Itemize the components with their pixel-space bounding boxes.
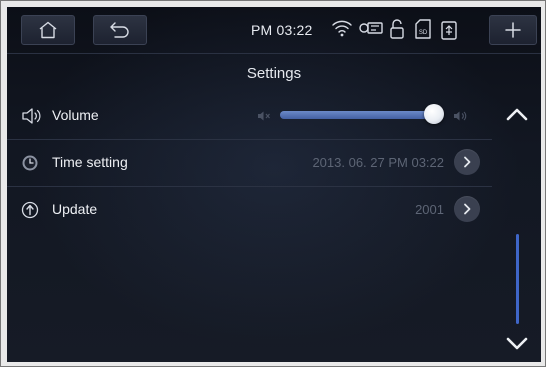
scrollbar-thumb[interactable] xyxy=(516,234,519,324)
unlock-icon xyxy=(390,19,404,39)
chevron-right-icon xyxy=(464,156,471,168)
speaker-icon xyxy=(22,108,41,124)
usb-icon xyxy=(441,21,457,40)
volume-max-icon xyxy=(454,111,467,121)
volume-slider-thumb[interactable] xyxy=(423,104,444,124)
svg-text:SD: SD xyxy=(419,30,428,36)
sd-card-icon: SD xyxy=(415,19,431,39)
update-row[interactable]: Update 2001 xyxy=(7,187,492,233)
status-bar: PM 03:22 SD xyxy=(7,7,541,53)
clock-icon xyxy=(22,155,38,171)
status-clock: PM 03:22 xyxy=(251,22,313,38)
home-icon xyxy=(39,21,57,39)
time-setting-chevron-button[interactable] xyxy=(454,149,480,175)
screen: PM 03:22 SD Settings Volume Time setting… xyxy=(7,7,541,362)
time-setting-label: Time setting xyxy=(52,154,128,170)
update-label: Update xyxy=(52,201,98,217)
key-icon xyxy=(359,22,383,34)
volume-mute-icon xyxy=(258,111,270,121)
time-setting-row[interactable]: Time setting 2013. 06. 27 PM 03:22 xyxy=(7,140,492,186)
volume-slider-fill xyxy=(280,111,434,119)
chevron-down-icon[interactable] xyxy=(502,334,532,354)
chevron-right-icon xyxy=(464,203,471,215)
volume-label: Volume xyxy=(52,107,99,123)
update-value: 2001 xyxy=(415,202,444,217)
home-button[interactable] xyxy=(21,15,75,45)
device-frame: PM 03:22 SD Settings Volume Time setting… xyxy=(0,0,546,367)
update-chevron-button[interactable] xyxy=(454,196,480,222)
add-button[interactable] xyxy=(489,15,537,45)
chevron-up-icon[interactable] xyxy=(502,104,532,124)
back-button[interactable] xyxy=(93,15,147,45)
wifi-icon xyxy=(332,20,352,37)
page-title: Settings xyxy=(246,65,302,82)
update-icon xyxy=(21,201,39,219)
volume-slider[interactable] xyxy=(280,104,444,124)
scroll-column xyxy=(492,54,541,362)
back-icon xyxy=(110,22,129,38)
time-setting-value: 2013. 06. 27 PM 03:22 xyxy=(312,155,444,170)
plus-icon xyxy=(505,22,521,38)
status-divider xyxy=(7,53,541,54)
volume-row: Volume xyxy=(7,93,492,139)
